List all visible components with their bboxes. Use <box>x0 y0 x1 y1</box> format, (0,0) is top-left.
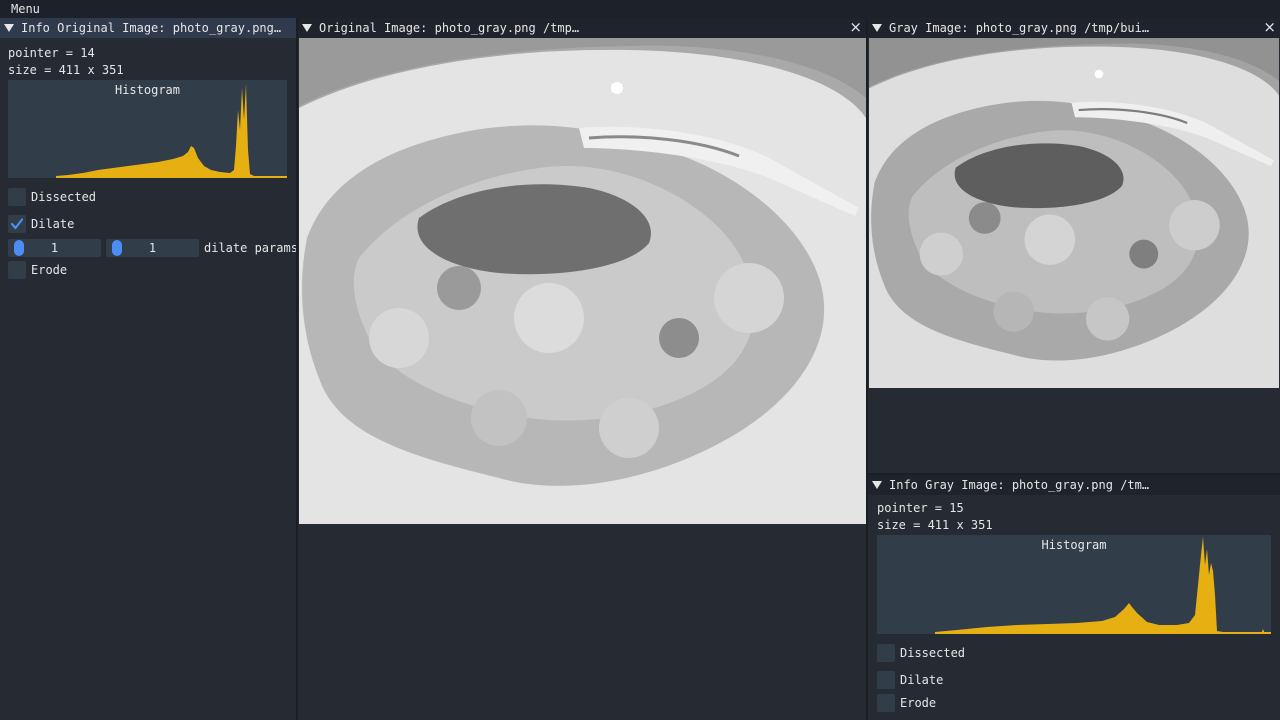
check-icon <box>10 218 24 230</box>
dilate-checkbox[interactable] <box>8 215 26 233</box>
histogram-title: Histogram <box>114 83 181 97</box>
close-icon[interactable]: × <box>849 19 862 36</box>
collapse-arrow-icon[interactable] <box>872 481 882 489</box>
dilate-checkbox[interactable] <box>877 671 895 689</box>
collapse-arrow-icon[interactable] <box>4 24 14 32</box>
info-original-titlebar[interactable]: Info Original Image: photo_gray.png… <box>0 18 296 38</box>
dilate-param-2-slider[interactable]: 1 <box>106 239 199 257</box>
erode-checkbox[interactable] <box>8 261 26 279</box>
dissected-checkbox[interactable] <box>877 644 895 662</box>
info-original-panel: Info Original Image: photo_gray.png… poi… <box>0 18 296 720</box>
erode-checkbox-row[interactable]: Erode <box>877 694 997 712</box>
gray-image-titlebar[interactable]: Gray Image: photo_gray.png /tmp/bui… × <box>868 18 1280 38</box>
size-readout: size = 411 x 351 <box>8 63 124 77</box>
food-photo-gray-image <box>869 38 1279 388</box>
dilate-label: Dilate <box>900 673 944 687</box>
dissected-checkbox[interactable] <box>8 188 26 206</box>
collapse-arrow-icon[interactable] <box>302 24 312 32</box>
pointer-readout: pointer = 14 <box>8 46 95 60</box>
original-image-view <box>299 38 866 524</box>
histogram-title: Histogram <box>1041 538 1107 552</box>
original-image-title: Original Image: photo_gray.png /tmp… <box>319 21 580 35</box>
dissected-checkbox-row[interactable]: Dissected <box>8 188 128 206</box>
info-original-title: Info Original Image: photo_gray.png… <box>21 21 282 35</box>
gray-image-title: Gray Image: photo_gray.png /tmp/bui… <box>889 21 1150 35</box>
dissected-checkbox-row[interactable]: Dissected <box>877 644 997 662</box>
dissected-label: Dissected <box>31 190 97 204</box>
info-gray-titlebar[interactable]: Info Gray Image: photo_gray.png /tm… <box>868 475 1280 495</box>
dilate-checkbox-row[interactable]: Dilate <box>8 215 128 233</box>
histogram-plot: Histogram <box>877 535 1271 634</box>
info-gray-panel: Info Gray Image: photo_gray.png /tm… poi… <box>868 475 1280 720</box>
dilate-params-label: dilate params <box>204 241 296 255</box>
menu-button[interactable]: Menu <box>11 2 40 16</box>
menu-bar: Menu <box>0 0 1280 18</box>
erode-checkbox[interactable] <box>877 694 895 712</box>
erode-label: Erode <box>900 696 937 710</box>
histogram-tail <box>1261 629 1265 634</box>
dilate-label: Dilate <box>31 217 75 231</box>
info-gray-title: Info Gray Image: photo_gray.png /tm… <box>889 478 1150 492</box>
dissected-label: Dissected <box>900 646 966 660</box>
dilate-param-1-slider[interactable]: 1 <box>8 239 101 257</box>
dilate-param-2-value: 1 <box>148 241 157 255</box>
erode-label: Erode <box>31 263 68 277</box>
erode-checkbox-row[interactable]: Erode <box>8 261 128 279</box>
dilate-checkbox-row[interactable]: Dilate <box>877 671 997 689</box>
histogram-bars <box>56 84 287 178</box>
dilate-param-1-value: 1 <box>50 241 59 255</box>
gray-image-panel: Gray Image: photo_gray.png /tmp/bui… × <box>868 18 1280 473</box>
size-readout: size = 411 x 351 <box>877 518 993 532</box>
collapse-arrow-icon[interactable] <box>872 24 882 32</box>
gray-image-view <box>869 38 1279 388</box>
close-icon[interactable]: × <box>1263 19 1276 36</box>
food-photo-image <box>299 38 866 524</box>
pointer-readout: pointer = 15 <box>877 501 964 515</box>
original-image-panel: Original Image: photo_gray.png /tmp… × <box>298 18 866 720</box>
original-image-titlebar[interactable]: Original Image: photo_gray.png /tmp… × <box>298 18 866 38</box>
histogram-plot: Histogram <box>8 80 287 178</box>
